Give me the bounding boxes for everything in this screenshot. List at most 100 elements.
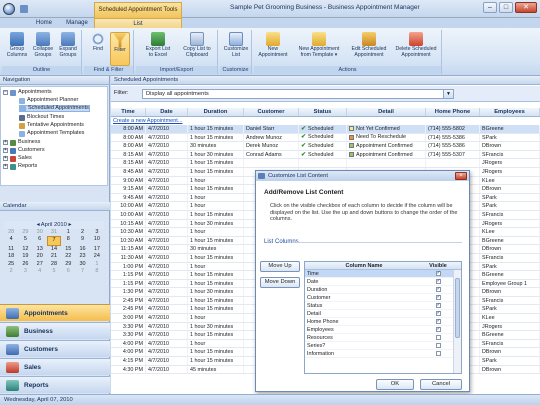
calendar-day[interactable]: 6 — [33, 236, 47, 245]
tree-scheduled[interactable]: Scheduled Appointments — [19, 105, 90, 112]
scrollbar-thumb[interactable] — [455, 278, 460, 338]
calendar-day[interactable]: 26 — [18, 261, 32, 268]
calendar-day[interactable]: 12 — [18, 246, 32, 253]
column-list-item[interactable]: Information — [305, 350, 461, 358]
calendar-day[interactable]: 29 — [18, 229, 32, 236]
find-button[interactable]: Find — [88, 32, 108, 53]
tree-appointments[interactable]: − Appointments — [3, 89, 52, 96]
quick-access-icon[interactable] — [20, 5, 28, 13]
new-from-template-button[interactable]: New Appointment from Template ▾ — [292, 32, 346, 58]
calendar-day[interactable]: 9 — [75, 236, 89, 245]
nav-button-customers[interactable]: Customers — [0, 340, 110, 357]
filter-button[interactable]: Filter — [110, 32, 130, 66]
ok-button[interactable]: OK — [376, 379, 414, 390]
calendar-day[interactable]: 22 — [61, 253, 75, 260]
calendar-day[interactable]: 15 — [61, 246, 75, 253]
tree-tentative[interactable]: Tentative Appointments — [19, 122, 84, 129]
column-header[interactable]: Status — [299, 108, 347, 116]
column-list-item[interactable]: Status ✓ — [305, 302, 461, 310]
column-header[interactable]: Detail — [347, 108, 426, 116]
calendar-day[interactable]: 5 — [47, 268, 61, 275]
calendar-day[interactable]: 28 — [4, 229, 18, 236]
column-header[interactable]: Employees — [480, 108, 540, 116]
column-list-item[interactable]: Time ✓ — [305, 270, 461, 278]
new-appointment-button[interactable]: New Appointment — [256, 32, 290, 58]
move-up-button[interactable]: Move Up — [260, 261, 300, 272]
next-month-icon[interactable]: ▸ — [67, 222, 72, 228]
visible-checkbox[interactable]: ✓ — [435, 319, 441, 324]
column-header[interactable]: Home Phone — [426, 108, 480, 116]
column-header[interactable]: Customer — [244, 108, 299, 116]
visible-checkbox[interactable]: ✓ — [435, 287, 441, 292]
expand-groups-button[interactable]: Expand Groups — [56, 32, 80, 58]
calendar-day[interactable]: 6 — [61, 268, 75, 275]
calendar-day[interactable]: 18 — [4, 253, 18, 260]
calendar-day[interactable]: 13 — [33, 246, 47, 253]
calendar-day[interactable]: 10 — [90, 236, 104, 245]
calendar-day[interactable]: 1 — [61, 229, 75, 236]
calendar-day[interactable]: 28 — [47, 261, 61, 268]
minimize-button[interactable]: – — [483, 2, 497, 13]
nav-button-reports[interactable]: Reports — [0, 376, 110, 393]
visible-checkbox[interactable]: ✓ — [435, 295, 441, 300]
table-row[interactable]: 8:00 AM 4/7/2010 1 hour 15 minutes Daniel S… — [111, 125, 540, 134]
calendar-day[interactable]: 4 — [4, 236, 18, 245]
group-columns-button[interactable]: Group Columns — [5, 32, 29, 58]
visible-checkbox[interactable]: ✓ — [435, 279, 441, 284]
calendar-day[interactable]: 27 — [33, 261, 47, 268]
calendar-day[interactable]: 11 — [4, 246, 18, 253]
dialog-close-button[interactable]: × — [455, 172, 467, 180]
expand-icon[interactable]: + — [3, 140, 8, 145]
column-header[interactable]: Date — [146, 108, 188, 116]
nav-button-sales[interactable]: Sales — [0, 358, 110, 375]
column-list-item[interactable]: Duration ✓ — [305, 286, 461, 294]
table-row[interactable]: 8:00 AM 4/7/2010 30 minutes Derek Munoz ✔ Sch… — [111, 142, 540, 151]
close-button[interactable]: ✕ — [515, 2, 537, 13]
calendar-day[interactable]: 2 — [4, 268, 18, 275]
calendar-day[interactable]: 25 — [4, 261, 18, 268]
nav-button-business[interactable]: Business — [0, 322, 110, 339]
tab-manage[interactable]: Manage — [60, 18, 94, 28]
calendar-day[interactable]: 8 — [61, 236, 75, 245]
app-menu-orb-icon[interactable] — [3, 3, 15, 15]
export-excel-button[interactable]: Export List to Excel — [140, 32, 176, 58]
tab-home[interactable]: Home — [30, 18, 58, 28]
customize-list-button[interactable]: Customize List — [223, 32, 249, 58]
expand-icon[interactable]: + — [3, 148, 8, 153]
copy-clipboard-button[interactable]: Copy List to Clipboard — [178, 32, 216, 58]
move-down-button[interactable]: Move Down — [260, 277, 300, 288]
column-list-item[interactable]: Resources — [305, 334, 461, 342]
collapse-groups-button[interactable]: Collapse Groups — [31, 32, 55, 58]
expand-icon[interactable]: + — [3, 164, 8, 169]
visible-checkbox[interactable] — [435, 335, 441, 340]
calendar-day[interactable]: 17 — [90, 246, 104, 253]
calendar-day[interactable]: 3 — [18, 268, 32, 275]
table-row[interactable]: 8:00 AM 4/7/2010 1 hour 15 minutes Andrew M… — [111, 133, 540, 143]
filter-select[interactable]: Display all appointments ▼ — [142, 89, 454, 99]
calendar-day[interactable]: 19 — [18, 253, 32, 260]
delete-appointment-button[interactable]: Delete Scheduled Appointment — [392, 32, 440, 58]
edit-appointment-button[interactable]: Edit Scheduled Appointment — [348, 32, 390, 58]
column-list-item[interactable]: Series? — [305, 342, 461, 350]
chevron-down-icon[interactable]: ▼ — [443, 90, 453, 98]
visible-checkbox[interactable]: ✓ — [435, 327, 441, 332]
visible-checkbox[interactable] — [435, 351, 441, 356]
column-header[interactable]: Duration — [188, 108, 244, 116]
visible-checkbox[interactable]: ✓ — [435, 311, 441, 316]
calendar-day[interactable]: 20 — [33, 253, 47, 260]
calendar-day[interactable]: 7 — [75, 268, 89, 275]
calendar-day[interactable]: 4 — [33, 268, 47, 275]
tree-blockout[interactable]: Blockout Times — [19, 114, 64, 121]
calendar-day[interactable]: 24 — [90, 253, 104, 260]
collapse-icon[interactable]: − — [3, 90, 8, 95]
tree-business[interactable]: + Business — [3, 139, 40, 146]
table-row[interactable]: 8:15 AM 4/7/2010 1 hour 30 minutes Conrad A… — [111, 150, 540, 160]
column-header[interactable]: Time — [111, 108, 146, 116]
cancel-button[interactable]: Cancel — [420, 379, 462, 390]
calendar-day[interactable]: 7 — [46, 236, 62, 246]
column-list-item[interactable]: Employees ✓ — [305, 326, 461, 334]
nav-button-appointments[interactable]: Appointments — [0, 304, 110, 321]
calendar-day[interactable]: 30 — [75, 261, 89, 268]
calendar-day[interactable]: 21 — [47, 253, 61, 260]
visible-checkbox[interactable]: ✓ — [435, 271, 441, 276]
